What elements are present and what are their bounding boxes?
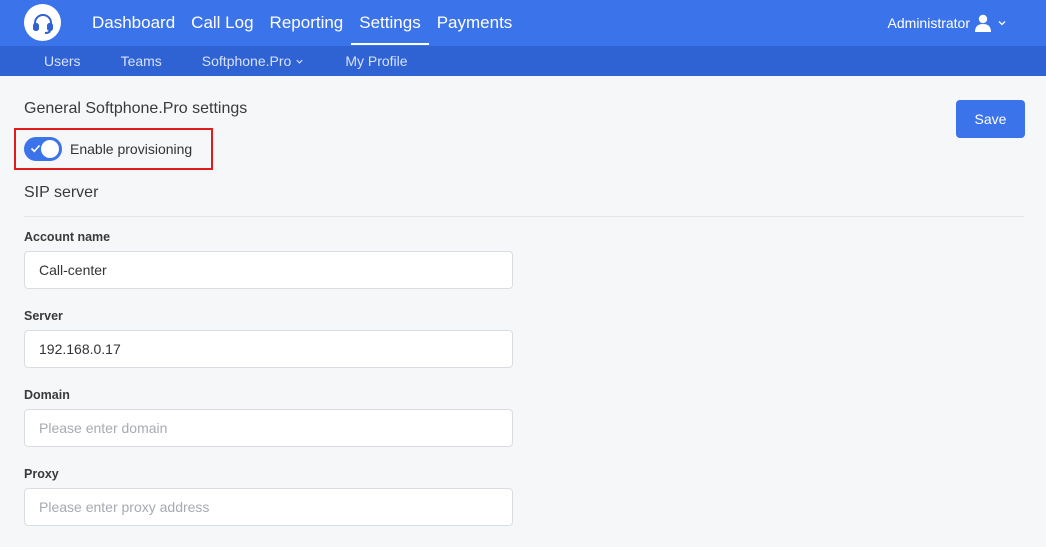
proxy-input[interactable] xyxy=(24,488,513,526)
enable-provisioning-toggle-row[interactable]: Enable provisioning xyxy=(24,137,192,161)
domain-input[interactable] xyxy=(24,409,513,447)
chevron-down-icon xyxy=(296,59,303,64)
toggle-label: Enable provisioning xyxy=(70,141,193,157)
divider xyxy=(24,216,1024,217)
chevron-down-icon xyxy=(998,21,1006,26)
subnav-my-profile[interactable]: My Profile xyxy=(325,46,427,76)
nav-payments[interactable]: Payments xyxy=(429,0,521,46)
account-name-label: Account name xyxy=(24,230,111,244)
subnav-users[interactable]: Users xyxy=(24,46,101,76)
subnav-softphone-pro[interactable]: Softphone.Pro xyxy=(182,46,326,76)
enable-provisioning-toggle[interactable] xyxy=(24,137,62,161)
section-title: SIP server xyxy=(24,184,99,201)
headset-logo-icon[interactable] xyxy=(24,4,61,41)
save-button[interactable]: Save xyxy=(956,100,1025,138)
domain-label: Domain xyxy=(24,388,70,402)
user-icon xyxy=(975,14,991,32)
sub-nav: Users Teams Softphone.Pro My Profile xyxy=(0,46,1046,76)
page-title: General Softphone.Pro settings xyxy=(24,100,248,117)
nav-settings[interactable]: Settings xyxy=(351,0,430,46)
nav-call-log[interactable]: Call Log xyxy=(183,0,261,46)
server-input[interactable] xyxy=(24,330,513,368)
proxy-label: Proxy xyxy=(24,467,59,481)
toggle-knob xyxy=(41,140,59,158)
nav-dashboard[interactable]: Dashboard xyxy=(84,0,183,46)
main-nav: Dashboard Call Log Reporting Settings Pa… xyxy=(84,0,520,46)
account-name-input[interactable] xyxy=(24,251,513,289)
subnav-teams[interactable]: Teams xyxy=(101,46,182,76)
top-navbar: Dashboard Call Log Reporting Settings Pa… xyxy=(0,0,1046,46)
user-menu[interactable]: Administrator xyxy=(888,0,1008,46)
nav-reporting[interactable]: Reporting xyxy=(262,0,352,46)
server-label: Server xyxy=(24,309,63,323)
user-name: Administrator xyxy=(887,15,970,31)
subnav-softphone-pro-label: Softphone.Pro xyxy=(201,53,292,69)
check-icon xyxy=(30,144,41,153)
